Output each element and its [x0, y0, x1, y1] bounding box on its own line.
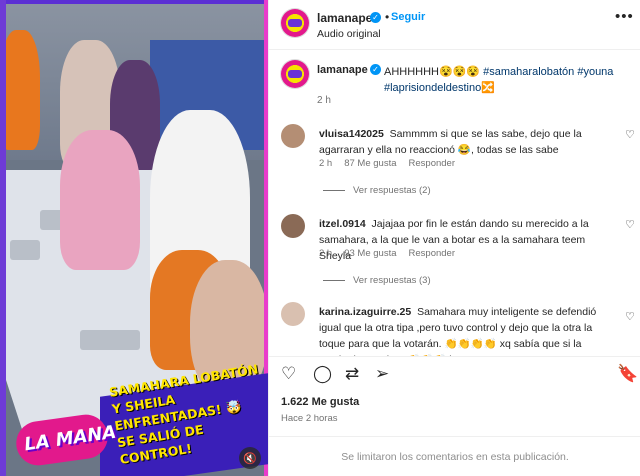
avatar[interactable]: [281, 214, 305, 238]
separator-dot: •: [385, 10, 390, 24]
post-panel: lamanape ✓ • Seguir Audio original ••• l…: [268, 0, 640, 476]
comment-body: vluisa142025 Sammmm si que se las sabe, …: [319, 126, 609, 158]
comment-meta: 2 h 87 Me gusta Responder: [319, 158, 467, 169]
avatar[interactable]: [281, 124, 305, 148]
author-username[interactable]: lamanape: [317, 11, 372, 25]
comment-username[interactable]: vluisa142025: [319, 128, 384, 140]
comment-username[interactable]: karina.izaguirre.25: [319, 306, 411, 318]
comment-likes[interactable]: 87 Me gusta: [344, 158, 396, 169]
view-replies-button[interactable]: Ver respuestas (2): [323, 185, 431, 196]
comments-scroll[interactable]: lamanape ✓ AHHHHHH😵😵😵 #samaharalobatón #…: [269, 50, 640, 356]
media-frame: [0, 0, 6, 476]
avatar[interactable]: [281, 302, 305, 326]
comment-username[interactable]: itzel.0914: [319, 218, 366, 230]
comment-body: karina.izaguirre.25 Samahara muy intelig…: [319, 304, 609, 356]
comments-limited-notice: Se limitaron los comentarios en esta pub…: [341, 451, 569, 463]
heart-icon[interactable]: ♡: [625, 310, 635, 323]
more-options-icon[interactable]: •••: [615, 8, 634, 25]
post-header: lamanape ✓ • Seguir Audio original •••: [269, 0, 640, 50]
follow-button[interactable]: Seguir: [391, 11, 425, 23]
view-replies-button[interactable]: Ver respuestas (3): [323, 275, 431, 286]
caption-timestamp: 2 h: [317, 95, 331, 106]
repost-icon[interactable]: ⇄: [345, 365, 359, 383]
likes-count[interactable]: 1.622 Me gusta: [281, 396, 359, 408]
media-frame: [0, 0, 268, 4]
avatar[interactable]: [281, 60, 309, 88]
action-bar: ♡ ◯ ⇄ ➢ 🔖: [269, 356, 640, 392]
comment-time: 2 h: [319, 158, 333, 169]
caption-body: AHHHHHH😵😵😵: [384, 66, 481, 78]
share-icon[interactable]: ➢: [375, 365, 389, 383]
reply-button[interactable]: Responder: [409, 248, 455, 259]
media-person: [0, 30, 40, 150]
media-tray: [10, 240, 40, 260]
media-tray: [80, 330, 140, 350]
heart-icon[interactable]: ♡: [625, 128, 635, 141]
caption-username[interactable]: lamanape: [317, 64, 368, 76]
save-icon[interactable]: 🔖: [617, 365, 638, 383]
like-icon[interactable]: ♡: [281, 365, 296, 383]
heart-icon[interactable]: ♡: [625, 218, 635, 231]
caption-text: AHHHHHH😵😵😵 #samaharalobatón #youna #lapr…: [384, 64, 629, 96]
audio-link[interactable]: Audio original: [317, 28, 381, 40]
comment-icon[interactable]: ◯: [313, 365, 332, 383]
comment-time: 2 h: [319, 248, 333, 259]
verified-badge-icon: ✓: [370, 12, 381, 23]
post-timestamp[interactable]: Hace 2 horas: [281, 413, 338, 424]
comment-likes[interactable]: 93 Me gusta: [344, 248, 396, 259]
mute-icon[interactable]: 🔇: [239, 447, 261, 469]
comments-limited-footer: Se limitaron los comentarios en esta pub…: [269, 436, 640, 476]
verified-badge-icon: ✓: [370, 64, 381, 75]
comment-meta: 2 h 93 Me gusta Responder: [319, 248, 467, 259]
avatar[interactable]: [281, 9, 309, 37]
reply-button[interactable]: Responder: [409, 158, 455, 169]
post-media[interactable]: SAMAHARA LOBATÓN Y SHEILA ENFRENTADAS! 🤯…: [0, 0, 268, 476]
media-person: [60, 130, 140, 270]
